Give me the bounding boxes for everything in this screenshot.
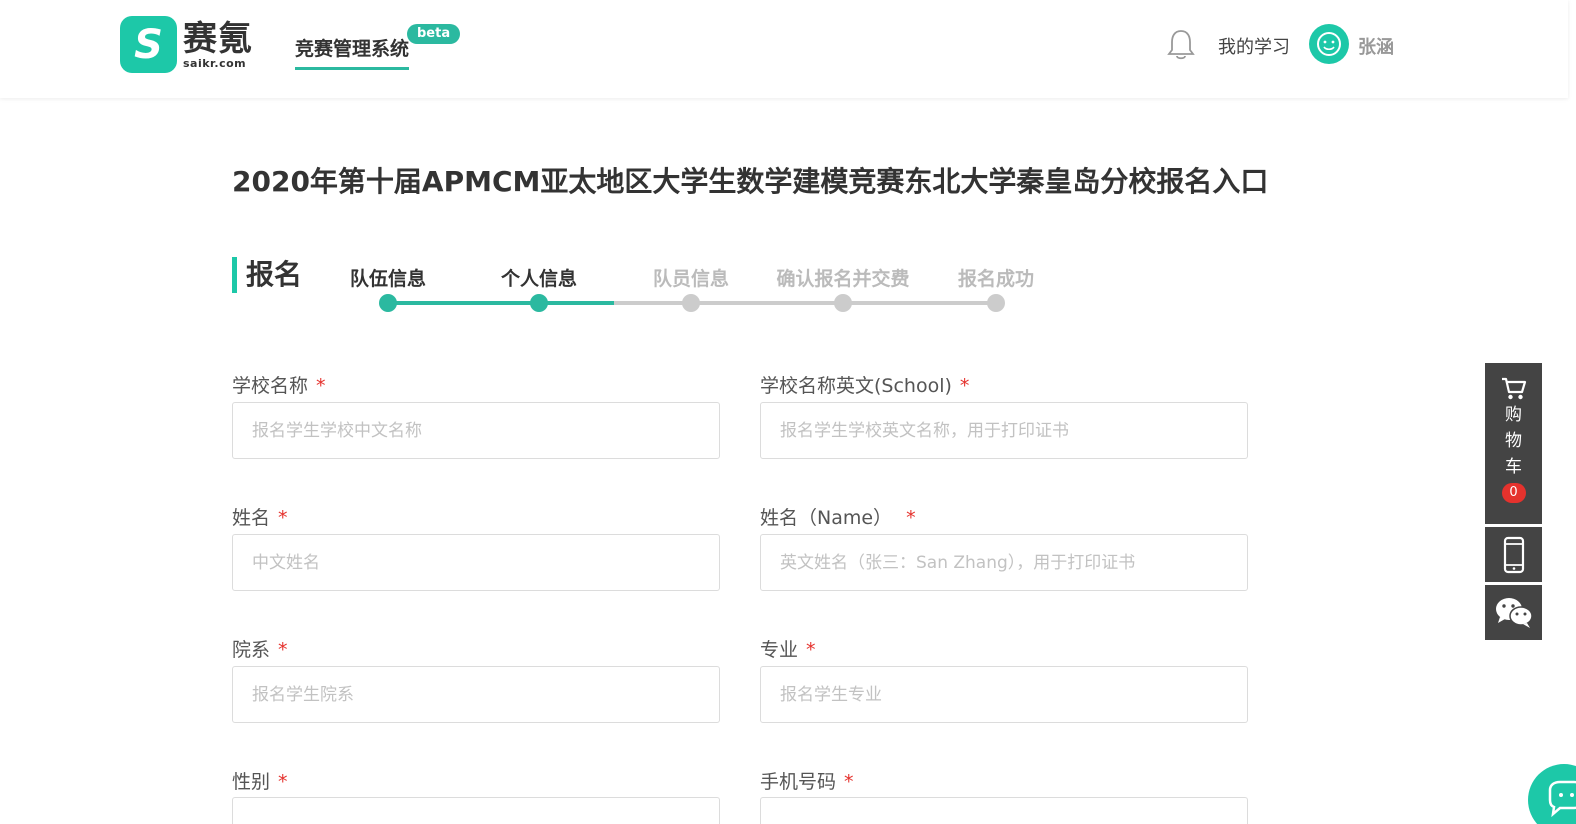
step-label-member-info: 队员信息 bbox=[652, 268, 730, 290]
phone-input[interactable] bbox=[760, 797, 1248, 824]
cart-count-badge: 0 bbox=[1501, 483, 1526, 503]
name-en-input[interactable] bbox=[760, 534, 1248, 591]
step-dot-success bbox=[987, 294, 1005, 312]
step-line-todo bbox=[614, 301, 996, 305]
department-label: 院系 * bbox=[232, 639, 288, 661]
step-label-personal-info: 个人信息 bbox=[500, 268, 578, 290]
wechat-icon bbox=[1495, 597, 1533, 628]
step-dot-team-info bbox=[379, 294, 397, 312]
step-line-done bbox=[388, 301, 614, 305]
wechat-button[interactable] bbox=[1485, 585, 1542, 640]
cart-label-char: 物 bbox=[1505, 431, 1522, 451]
mobile-button[interactable] bbox=[1485, 527, 1542, 582]
my-study-link[interactable]: 我的学习 bbox=[1218, 33, 1290, 59]
department-input[interactable] bbox=[232, 666, 720, 723]
step-dot-confirm-pay bbox=[834, 294, 852, 312]
required-mark: * bbox=[278, 639, 288, 661]
system-title-link[interactable]: 竞赛管理系统 bbox=[295, 34, 410, 70]
cart-button[interactable]: 购 物 车 0 bbox=[1485, 363, 1542, 524]
cart-icon bbox=[1501, 377, 1526, 400]
section-accent-bar bbox=[232, 257, 237, 293]
avatar-face-icon[interactable] bbox=[1309, 24, 1349, 64]
required-mark: * bbox=[844, 771, 854, 793]
step-label-confirm-pay: 确认报名并交费 bbox=[776, 268, 910, 290]
gender-label: 性别 * bbox=[232, 771, 288, 793]
required-mark: * bbox=[906, 507, 916, 529]
logo-mark-icon: S bbox=[120, 16, 177, 73]
floating-side-bar: 购 物 车 0 bbox=[1485, 363, 1542, 640]
name-input[interactable] bbox=[232, 534, 720, 591]
username-link[interactable]: 张涵 bbox=[1358, 33, 1394, 59]
logo-english-text: saikr.com bbox=[183, 56, 247, 70]
mobile-icon bbox=[1503, 536, 1524, 573]
school-name-en-label: 学校名称英文(School) * bbox=[760, 375, 970, 397]
gender-radio-group[interactable] bbox=[232, 797, 720, 824]
bell-icon[interactable] bbox=[1166, 28, 1196, 62]
school-name-input[interactable] bbox=[232, 402, 720, 459]
beta-badge: beta bbox=[407, 24, 461, 44]
top-header: S 赛氪 saikr.com 竞赛管理系统 beta 我的学习 张涵 bbox=[0, 0, 1568, 98]
registration-steps: 队伍信息 个人信息 队员信息 确认报名并交费 报名成功 bbox=[330, 260, 1050, 320]
major-label: 专业 * bbox=[760, 639, 816, 661]
major-input[interactable] bbox=[760, 666, 1248, 723]
page-title: 2020年第十届APMCM亚太地区大学生数学建模竞赛东北大学秦皇岛分校报名入口 bbox=[232, 165, 1269, 198]
name-label: 姓名 * bbox=[232, 507, 288, 529]
school-name-en-input[interactable] bbox=[760, 402, 1248, 459]
cart-label-char: 车 bbox=[1505, 457, 1522, 477]
chat-icon[interactable] bbox=[1528, 764, 1576, 824]
required-mark: * bbox=[278, 507, 288, 529]
required-mark: * bbox=[316, 375, 326, 397]
step-dot-member-info bbox=[682, 294, 700, 312]
section-title: 报名 bbox=[246, 258, 303, 291]
step-label-team-info: 队伍信息 bbox=[349, 268, 427, 290]
required-mark: * bbox=[959, 375, 970, 397]
step-dot-personal-info bbox=[530, 294, 548, 312]
saikr-logo[interactable]: S 赛氪 saikr.com bbox=[120, 16, 253, 73]
cart-label-char: 购 bbox=[1505, 405, 1522, 425]
logo-chinese-text: 赛氪 bbox=[183, 18, 253, 59]
name-en-label: 姓名（Name） * bbox=[760, 507, 916, 529]
required-mark: * bbox=[806, 639, 816, 661]
required-mark: * bbox=[278, 771, 288, 793]
school-name-label: 学校名称 * bbox=[232, 375, 326, 397]
phone-label: 手机号码 * bbox=[760, 771, 854, 793]
step-label-success: 报名成功 bbox=[957, 268, 1035, 290]
